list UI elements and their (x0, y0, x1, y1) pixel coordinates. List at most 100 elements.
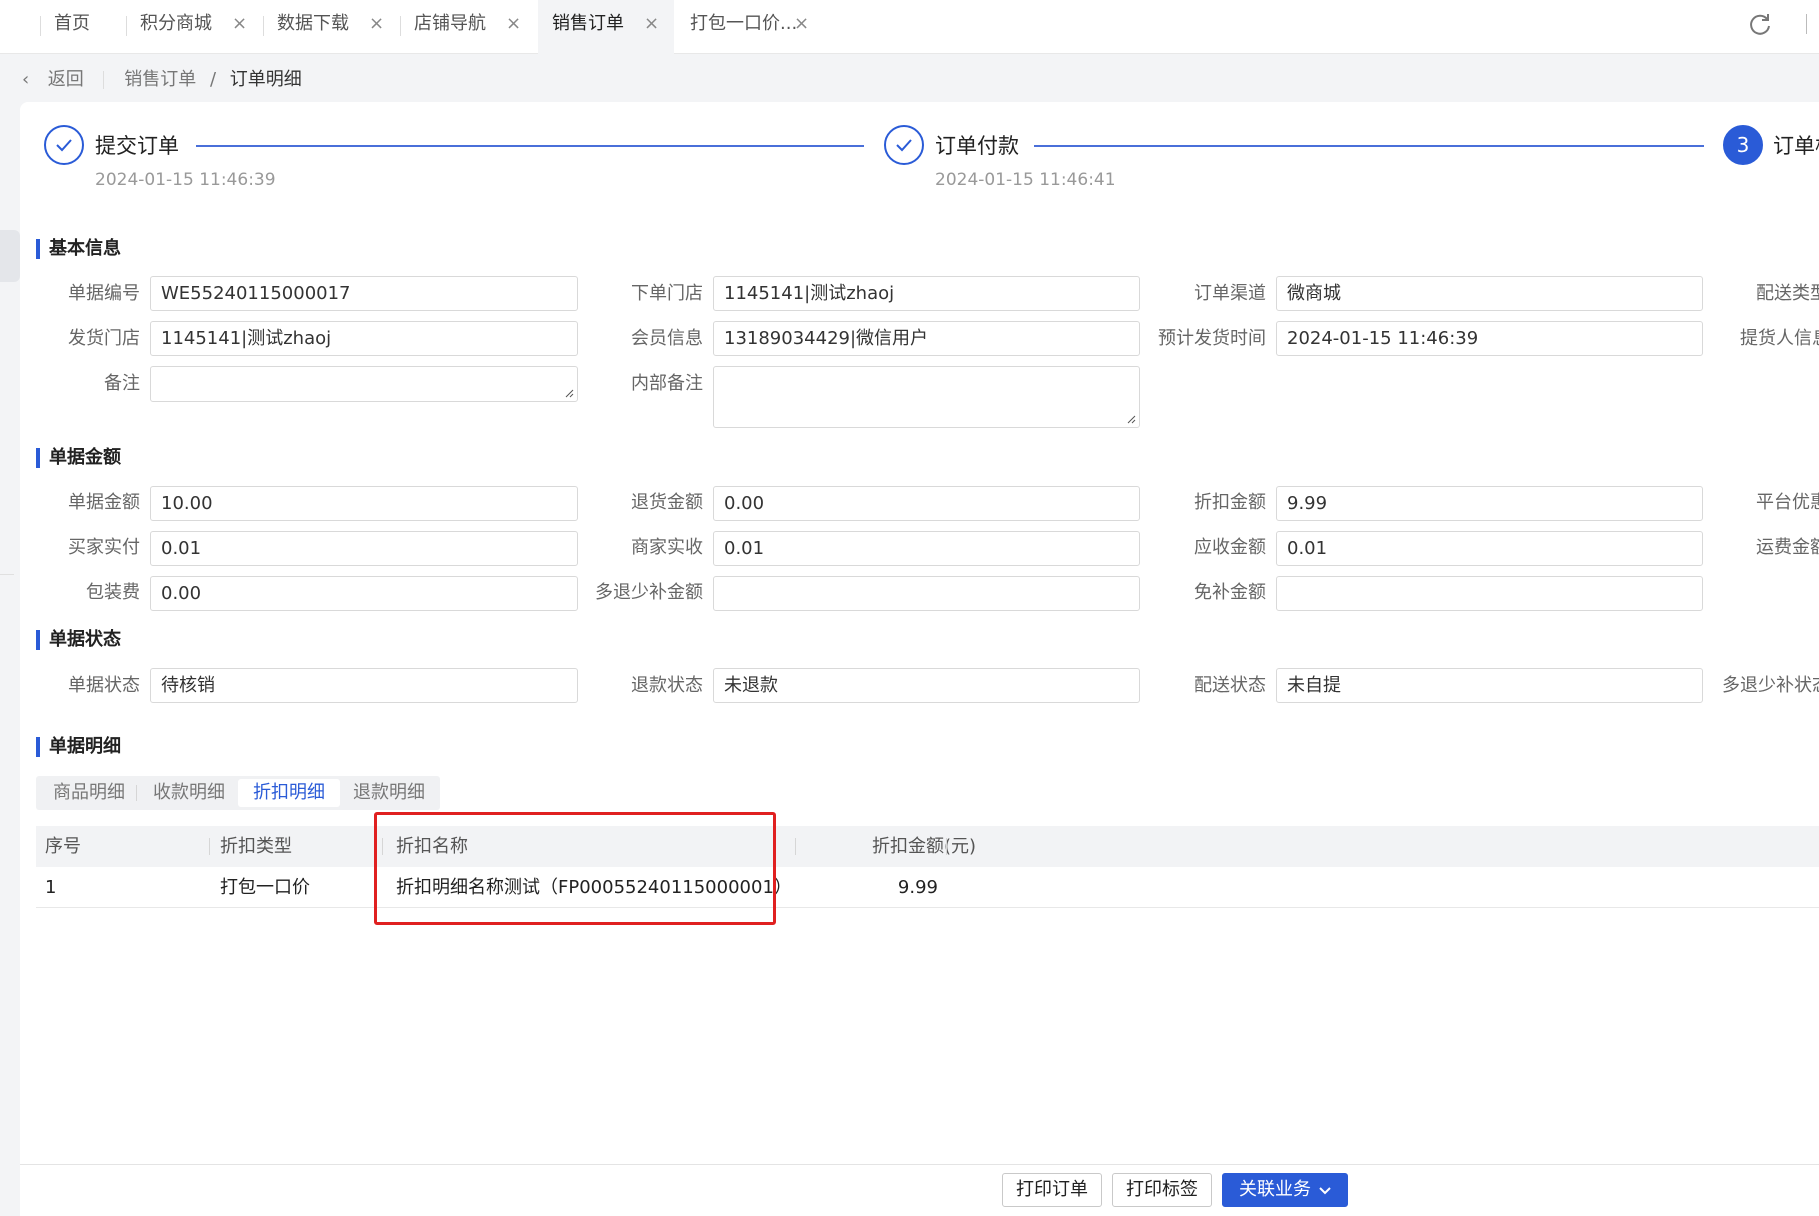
order-store-field[interactable]: 1145141|测试zhaoj (713, 276, 1140, 311)
print-order-button[interactable]: 打印订单 (1002, 1173, 1102, 1207)
delivery-status-field[interactable]: 未自提 (1276, 668, 1703, 703)
column-separator (946, 838, 947, 855)
free-comp-field[interactable] (1276, 576, 1703, 611)
refund-status-label: 退款状态 (631, 675, 703, 696)
tab-sales-order[interactable]: 销售订单 × (538, 0, 674, 54)
doc-no-label: 单据编号 (68, 283, 140, 304)
internal-remark-textarea[interactable] (713, 366, 1140, 428)
tab-label: 积分商城 (140, 13, 212, 34)
ship-store-label: 发货门店 (68, 328, 140, 349)
tab-bundle-price[interactable]: 打包一口价... × (676, 0, 816, 54)
check-icon (44, 125, 84, 165)
cell-amount: 9.99 (897, 877, 938, 898)
step-connector (1034, 145, 1704, 147)
tab-payment-detail[interactable]: 收款明细 (138, 779, 240, 807)
print-label-button[interactable]: 打印标签 (1112, 1173, 1212, 1207)
pickup-label: 提货人信息 (1740, 328, 1819, 349)
side-collapse-handle[interactable] (0, 230, 20, 282)
tab-discount-detail[interactable]: 折扣明细 (238, 779, 340, 807)
cell-index: 1 (45, 877, 57, 898)
order-detail-card (20, 102, 1819, 1216)
highlight-annotation (374, 812, 776, 925)
packing-fee-label: 包装费 (86, 582, 140, 603)
related-business-label: 关联业务 (1239, 1179, 1311, 1200)
tab-home[interactable]: 首页 (40, 0, 136, 54)
internal-remark-label: 内部备注 (631, 373, 703, 394)
breadcrumb-parent[interactable]: 销售订单 (124, 66, 196, 94)
order-store-label: 下单门店 (631, 283, 703, 304)
refund-amount-field[interactable]: 0.00 (713, 486, 1140, 521)
detail-tabs: 商品明细 收款明细 折扣明细 退款明细 (36, 776, 440, 810)
remark-textarea[interactable] (150, 366, 578, 402)
chevron-down-icon[interactable] (1318, 1186, 1332, 1196)
freight-label: 运费金额 (1756, 537, 1819, 558)
section-title-amount: 单据金额 (36, 447, 121, 469)
step-title: 订单核 (1773, 134, 1819, 158)
channel-label: 订单渠道 (1194, 283, 1266, 304)
check-icon (884, 125, 924, 165)
member-field[interactable]: 13189034429|微信用户 (713, 321, 1140, 356)
buyer-paid-field[interactable]: 0.01 (150, 531, 578, 566)
tab-bar: 首页 积分商城 × 数据下载 × 店铺导航 × 销售订单 × 打包一口价... … (0, 0, 1819, 54)
refresh-icon[interactable] (1745, 9, 1775, 39)
over-refund-label: 多退少补金额 (595, 582, 703, 603)
breadcrumb-current: 订单明细 (229, 69, 302, 90)
breadcrumb-divider (103, 71, 105, 89)
table-row[interactable]: 1 打包一口价 折扣明细名称测试（FP00055240115000001） 9.… (36, 867, 1819, 908)
tab-label: 首页 (54, 13, 90, 34)
doc-amount-field[interactable]: 10.00 (150, 486, 578, 521)
over-refund-field[interactable] (713, 576, 1140, 611)
tab-label: 销售订单 (552, 13, 624, 34)
side-divider (0, 574, 14, 575)
resize-grip-icon[interactable] (1126, 414, 1136, 424)
discount-amount-label: 折扣金额 (1194, 492, 1266, 513)
tab-refund-detail[interactable]: 退款明细 (338, 779, 440, 807)
close-icon[interactable]: × (644, 0, 659, 47)
receivable-field[interactable]: 0.01 (1276, 531, 1703, 566)
chevron-left-icon[interactable]: ‹ (22, 66, 36, 94)
doc-status-field[interactable]: 待核销 (150, 668, 578, 703)
breadcrumb: ‹ 返回 销售订单 / 订单明细 (22, 66, 302, 94)
tab-separator (136, 785, 137, 801)
refund-amount-label: 退货金额 (631, 492, 703, 513)
column-header-amount: 折扣金额(元) (871, 836, 976, 857)
tab-data-download[interactable]: 数据下载 × (263, 0, 399, 54)
back-link[interactable]: 返回 (48, 66, 84, 94)
cell-type: 打包一口价 (220, 877, 310, 898)
close-icon[interactable]: × (369, 0, 384, 47)
doc-status-label: 单据状态 (68, 675, 140, 696)
tab-points-mall[interactable]: 积分商城 × (126, 0, 262, 54)
toolbar-divider (1806, 14, 1807, 34)
column-separator (795, 838, 796, 855)
doc-no-field[interactable]: WE55240115000017 (150, 276, 578, 311)
doc-amount-label: 单据金额 (68, 492, 140, 513)
close-icon[interactable]: × (232, 0, 247, 47)
delivery-type-label: 配送类型 (1756, 283, 1819, 304)
close-icon[interactable]: × (794, 0, 809, 47)
step-time: 2024-01-15 11:46:41 (935, 170, 1116, 190)
tab-goods-detail[interactable]: 商品明细 (38, 779, 140, 807)
tab-store-nav[interactable]: 店铺导航 × (400, 0, 538, 54)
section-title-detail: 单据明细 (36, 736, 121, 758)
step-title: 订单付款 (935, 134, 1019, 158)
ship-store-field[interactable]: 1145141|测试zhaoj (150, 321, 578, 356)
tab-label: 打包一口价... (690, 13, 798, 34)
over-refund-status-label: 多退少补状态 (1722, 675, 1819, 696)
channel-field[interactable]: 微商城 (1276, 276, 1703, 311)
ship-time-field[interactable]: 2024-01-15 11:46:39 (1276, 321, 1703, 356)
merchant-received-field[interactable]: 0.01 (713, 531, 1140, 566)
discount-amount-field[interactable]: 9.99 (1276, 486, 1703, 521)
close-icon[interactable]: × (506, 0, 521, 47)
column-header-index: 序号 (45, 836, 81, 857)
remark-label: 备注 (104, 373, 140, 394)
tab-label: 数据下载 (277, 13, 349, 34)
merchant-received-label: 商家实收 (631, 537, 703, 558)
column-separator (209, 838, 210, 855)
footer-bar (20, 1164, 1819, 1216)
refund-status-field[interactable]: 未退款 (713, 668, 1140, 703)
breadcrumb-separator: / (209, 69, 217, 90)
section-title-basic: 基本信息 (36, 238, 121, 260)
ship-time-label: 预计发货时间 (1158, 328, 1266, 349)
packing-fee-field[interactable]: 0.00 (150, 576, 578, 611)
step-title: 提交订单 (95, 134, 179, 158)
